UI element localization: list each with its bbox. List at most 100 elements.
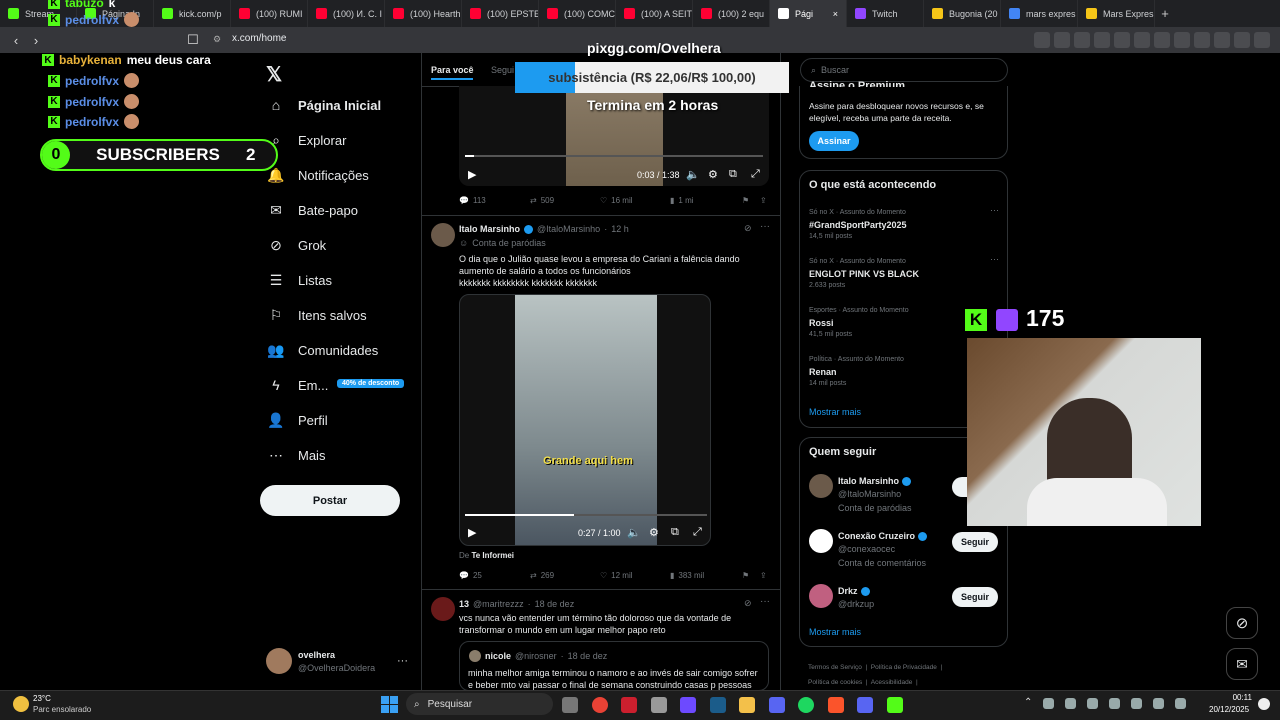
new-tab-button[interactable]: + <box>1155 6 1175 21</box>
browser-tab[interactable]: (100) EPSTE <box>462 0 539 27</box>
extension-icon[interactable] <box>1214 32 1230 48</box>
follow-name[interactable]: Italo Marsinho <box>838 476 912 486</box>
close-tab-icon[interactable]: × <box>833 9 838 19</box>
bluetooth-icon[interactable] <box>1109 698 1120 709</box>
trend-item[interactable]: Só no X · Assunto do Momento ENGLOT PINK … <box>809 254 999 292</box>
tweet-time[interactable]: 18 de dez <box>535 599 575 609</box>
nav-item-lightning[interactable]: ϟ Em... <box>268 377 328 393</box>
like-count[interactable]: ♡ 16 mil <box>600 196 633 205</box>
chrome-icon[interactable] <box>591 697 608 713</box>
bookmark-page-icon[interactable]: ☐ <box>183 30 203 50</box>
extension-icon[interactable] <box>1094 32 1110 48</box>
tweet-author-name[interactable]: 13 <box>459 599 469 609</box>
tweet-video[interactable]: Grande aqui hem <box>459 294 711 546</box>
extension-icon[interactable] <box>1114 32 1130 48</box>
discord-alt-icon[interactable] <box>768 697 785 713</box>
nav-item-people[interactable]: 👥 Comunidades <box>267 342 378 358</box>
nav-item-person[interactable]: 👤 Perfil <box>267 412 327 428</box>
tray-chevron-icon[interactable]: ⌃ <box>1024 697 1032 708</box>
reply-count[interactable]: 💬 113 <box>459 196 486 205</box>
mic-icon[interactable] <box>1131 698 1142 709</box>
taskbar-search[interactable]: ⌕ Pesquisar <box>406 693 553 715</box>
windows-start-icon[interactable] <box>381 696 398 713</box>
fullscreen-icon[interactable]: ⤢ <box>693 526 702 539</box>
browser-tab[interactable]: (100) COMC <box>539 0 616 27</box>
retweet-count[interactable]: ⇄ 269 <box>530 571 554 580</box>
weather-icon[interactable] <box>13 696 29 712</box>
extension-icon[interactable] <box>1194 32 1210 48</box>
browser-tab[interactable]: (100) RUMI <box>231 0 308 27</box>
fullscreen-icon[interactable]: ⤢ <box>751 168 760 181</box>
post-button[interactable]: Postar <box>260 485 400 516</box>
play-icon[interactable]: ▶ <box>468 526 476 539</box>
notification-icon[interactable] <box>1258 698 1270 710</box>
footer-link[interactable]: Política de cookies <box>808 679 862 686</box>
tweet-avatar[interactable] <box>431 223 455 247</box>
like-count[interactable]: ♡ 12 mil <box>600 571 633 580</box>
follow-avatar[interactable] <box>809 529 833 553</box>
bookmark-icon[interactable]: ⚑ <box>742 571 749 580</box>
grok-icon[interactable]: ⊘ <box>744 598 752 609</box>
nav-item-grok[interactable]: ⊘ Grok <box>268 237 326 253</box>
subscribe-button[interactable]: Assinar <box>809 131 859 151</box>
x-logo-icon[interactable]: 𝕏 <box>266 62 282 87</box>
tweet-author-handle[interactable]: @maritrezzz <box>473 599 524 609</box>
settings-icon[interactable]: ⚙ <box>649 526 659 539</box>
tweet-author-name[interactable]: Italo Marsinho <box>459 224 520 234</box>
view-count[interactable]: ▮ 1 mi <box>670 196 694 205</box>
file-explorer-icon[interactable] <box>739 697 755 713</box>
browser-tab[interactable]: (100) Hearth <box>385 0 462 27</box>
url-field[interactable]: x.com/home <box>232 33 286 44</box>
discord-icon[interactable] <box>857 697 873 713</box>
extension-icon[interactable] <box>1074 32 1090 48</box>
browser-tab[interactable]: Bugonia (20 <box>924 0 1001 27</box>
copilot-icon[interactable] <box>1043 698 1054 709</box>
nav-item-bell[interactable]: 🔔 Notificações <box>267 167 369 183</box>
opera-icon[interactable] <box>621 697 637 713</box>
follow-name[interactable]: Conexão Cruzeiro <box>838 531 928 541</box>
clock-date[interactable]: 20/12/2025 <box>1209 705 1249 714</box>
volume-icon[interactable] <box>1175 698 1186 709</box>
steam-icon[interactable] <box>709 697 726 713</box>
retweet-count[interactable]: ⇄ 509 <box>530 196 554 205</box>
browser-tab[interactable]: (100) 2 equ <box>693 0 770 27</box>
reply-count[interactable]: 💬 25 <box>459 571 482 580</box>
site-info-icon[interactable]: ⚙ <box>213 34 221 45</box>
follow-avatar[interactable] <box>809 474 833 498</box>
play-icon[interactable]: ▶ <box>468 168 476 181</box>
more-icon[interactable]: ··· <box>990 254 999 264</box>
browser-tab[interactable]: mars expres <box>1001 0 1078 27</box>
footer-link[interactable]: Política de Privacidade <box>871 664 937 671</box>
task-view-icon[interactable] <box>562 697 578 713</box>
share-icon[interactable]: ⇪ <box>760 571 767 580</box>
nav-item-home[interactable]: ⌂ Página Inicial <box>268 97 381 113</box>
video-progress-bar[interactable] <box>465 155 763 157</box>
spotify-icon[interactable] <box>798 697 814 713</box>
account-avatar[interactable] <box>266 648 292 674</box>
share-icon[interactable]: ⇪ <box>760 196 767 205</box>
extension-icon[interactable] <box>1034 32 1050 48</box>
browser-tab[interactable]: kick.com/p <box>154 0 231 27</box>
view-count[interactable]: ▮ 383 mil <box>670 571 704 580</box>
show-more-follow[interactable]: Mostrar mais <box>809 627 861 637</box>
browser-tab[interactable]: Mars Expres <box>1078 0 1155 27</box>
extension-icon[interactable] <box>1134 32 1150 48</box>
pip-icon[interactable]: ⧉ <box>729 168 737 181</box>
tweet-avatar[interactable] <box>431 597 455 621</box>
bookmark-icon[interactable]: ⚑ <box>742 196 749 205</box>
footer-link[interactable]: Acessibilidade <box>871 679 913 686</box>
browser-tab[interactable]: (100) И. С. I <box>308 0 385 27</box>
nav-item-bookmark[interactable]: ⚐ Itens salvos <box>268 307 367 323</box>
grok-float-icon[interactable]: ⊘ <box>1226 607 1258 639</box>
extension-icon[interactable] <box>1154 32 1170 48</box>
account-menu-icon[interactable]: ··· <box>397 655 408 667</box>
browser-tab[interactable]: (100) A SEIT <box>616 0 693 27</box>
nav-item-search[interactable]: ⌕ Explorar <box>268 132 346 148</box>
extension-icon[interactable] <box>1254 32 1270 48</box>
quote-tweet[interactable]: nicole @nirosner · 18 de dez minha melho… <box>459 641 769 691</box>
xbox-icon[interactable] <box>1087 698 1098 709</box>
video-source-link[interactable]: Te Informei <box>471 551 514 560</box>
show-more-trends[interactable]: Mostrar mais <box>809 407 861 417</box>
more-icon[interactable]: ··· <box>990 205 999 215</box>
follow-button[interactable]: Seguir <box>952 587 998 607</box>
